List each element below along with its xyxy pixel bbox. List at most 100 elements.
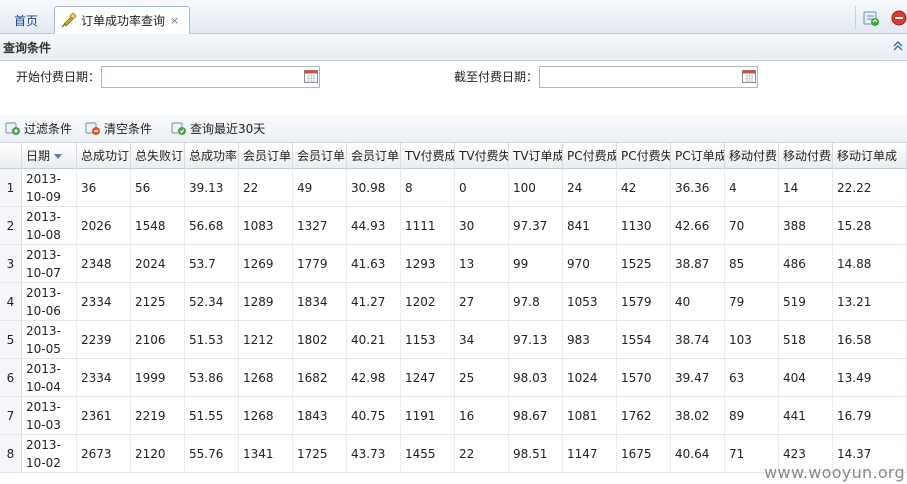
cell-value: 1682 bbox=[297, 370, 328, 385]
cell-value: 1111 bbox=[405, 218, 436, 233]
table-cell: 22 bbox=[239, 169, 293, 206]
column-header[interactable]: TV付费失 bbox=[455, 143, 509, 169]
column-header[interactable]: TV订单成 bbox=[509, 143, 563, 169]
table-cell: 55.76 bbox=[185, 435, 239, 472]
table-row[interactable]: 7 2013-10-03 2361 2219 51.55 1268 1843 40.75 119… bbox=[0, 397, 907, 435]
cell-value: 2219 bbox=[135, 408, 166, 423]
grid-header: 日期 总成功订 总失败订 总成功率 会员订单 会员订单 会员订单 TV付费成 TV付费失 TV订单… bbox=[0, 142, 907, 169]
table-cell: 51.55 bbox=[185, 397, 239, 434]
table-cell: 1153 bbox=[401, 321, 455, 358]
cell-value: 41.27 bbox=[351, 294, 386, 309]
table-row[interactable]: 3 2013-10-07 2348 2024 53.7 1269 1779 41.63 1293… bbox=[0, 245, 907, 283]
cell-value: 15.28 bbox=[837, 218, 872, 233]
column-header-label: 总失败订 bbox=[135, 149, 184, 163]
cell-value: 2013-10-03 bbox=[26, 399, 61, 432]
table-cell: 53.86 bbox=[185, 359, 239, 396]
column-header[interactable]: 总成功订 bbox=[77, 143, 131, 169]
column-header[interactable]: 会员订单 bbox=[239, 143, 293, 169]
row-number: 4 bbox=[0, 283, 22, 320]
column-header[interactable]: PC付费失 bbox=[617, 143, 671, 169]
table-cell: 1202 bbox=[401, 283, 455, 320]
end-date-input[interactable] bbox=[539, 66, 758, 88]
table-row[interactable]: 2 2013-10-08 2026 1548 56.68 1083 1327 44.93 111… bbox=[0, 207, 907, 245]
table-cell: 39.13 bbox=[185, 169, 239, 206]
clear-button[interactable]: 清空条件 bbox=[85, 119, 152, 137]
table-row[interactable]: 6 2013-10-04 2334 1999 53.86 1268 1682 42.98 124… bbox=[0, 359, 907, 397]
table-cell: 1191 bbox=[401, 397, 455, 434]
stop-icon[interactable] bbox=[890, 9, 907, 27]
cell-value: 1548 bbox=[135, 218, 166, 233]
cell-value: 1202 bbox=[405, 294, 436, 309]
cell-value: 0 bbox=[459, 180, 467, 195]
column-header[interactable]: 总失败订 bbox=[131, 143, 185, 169]
column-header[interactable]: PC订单成 bbox=[671, 143, 725, 169]
table-cell: 1293 bbox=[401, 245, 455, 282]
column-header-label: TV付费失 bbox=[459, 149, 509, 163]
table-cell: 1247 bbox=[401, 359, 455, 396]
table-cell: 100 bbox=[509, 169, 563, 206]
cell-value: 1024 bbox=[567, 370, 598, 385]
table-cell: 1212 bbox=[239, 321, 293, 358]
refresh-icon[interactable] bbox=[862, 9, 880, 27]
table-cell: 56.68 bbox=[185, 207, 239, 244]
column-header-label: 总成功订 bbox=[81, 149, 130, 163]
cell-value: 1 bbox=[6, 180, 15, 195]
column-header[interactable]: 日期 bbox=[22, 143, 77, 169]
filter-icon bbox=[5, 122, 20, 135]
cell-value: 4 bbox=[729, 180, 737, 195]
table-cell: 1269 bbox=[239, 245, 293, 282]
cell-value: 98.03 bbox=[513, 370, 548, 385]
table-cell: 1053 bbox=[563, 283, 617, 320]
column-header[interactable]: 移动订单成 bbox=[833, 143, 907, 169]
column-header[interactable]: TV付费成 bbox=[401, 143, 455, 169]
table-cell: 1762 bbox=[617, 397, 671, 434]
column-header[interactable]: 移动付费 bbox=[779, 143, 833, 169]
table-cell: 0 bbox=[455, 169, 509, 206]
cell-value: 1269 bbox=[243, 256, 274, 271]
recent-30-days-button[interactable]: 查询最近30天 bbox=[171, 119, 265, 137]
column-header-label: 会员订单 bbox=[351, 149, 400, 163]
cell-value: 14 bbox=[783, 180, 799, 195]
column-header-label: 会员订单 bbox=[297, 149, 346, 163]
filter-button[interactable]: 过滤条件 bbox=[5, 119, 72, 137]
cell-value: 2120 bbox=[135, 446, 166, 461]
column-header[interactable]: 总成功率 bbox=[185, 143, 239, 169]
cell-value: 2239 bbox=[81, 332, 112, 347]
table-cell: 519 bbox=[779, 283, 833, 320]
table-cell: 30 bbox=[455, 207, 509, 244]
table-row[interactable]: 4 2013-10-06 2334 2125 52.34 1289 1834 41.27 120… bbox=[0, 283, 907, 321]
table-row[interactable]: 5 2013-10-05 2239 2106 51.53 1212 1802 40.21 115… bbox=[0, 321, 907, 359]
column-header[interactable]: PC付费成 bbox=[563, 143, 617, 169]
table-cell: 1725 bbox=[293, 435, 347, 472]
table-cell: 2334 bbox=[77, 359, 131, 396]
start-date-input[interactable] bbox=[101, 66, 320, 88]
query-tab-icon bbox=[61, 13, 76, 28]
calendar-icon[interactable] bbox=[741, 68, 757, 84]
cell-value: 16.79 bbox=[837, 408, 872, 423]
cell-value: 2013-10-04 bbox=[26, 361, 61, 394]
column-header[interactable]: 移动付费 bbox=[725, 143, 779, 169]
column-header[interactable]: 会员订单 bbox=[347, 143, 401, 169]
table-cell: 13 bbox=[455, 245, 509, 282]
table-cell: 13.49 bbox=[833, 359, 907, 396]
table-row[interactable]: 1 2013-10-09 36 56 39.13 22 49 30.98 8 0 100 24 42 36… bbox=[0, 169, 907, 207]
close-icon[interactable]: × bbox=[170, 14, 179, 27]
cell-value: 2013-10-08 bbox=[26, 209, 61, 242]
table-cell: 2106 bbox=[131, 321, 185, 358]
collapse-icon[interactable] bbox=[891, 39, 905, 53]
cell-value: 1554 bbox=[621, 332, 652, 347]
tab-home[interactable]: 首页 bbox=[4, 6, 48, 34]
date-cell: 2013-10-03 bbox=[22, 397, 77, 434]
cell-value: 441 bbox=[783, 408, 806, 423]
calendar-icon[interactable] bbox=[303, 68, 319, 84]
tab-order-success-query[interactable]: 订单成功率查询 × bbox=[54, 6, 190, 34]
column-header[interactable]: 会员订单 bbox=[293, 143, 347, 169]
table-cell: 85 bbox=[725, 245, 779, 282]
row-number: 7 bbox=[0, 397, 22, 434]
cell-value: 38.74 bbox=[675, 332, 710, 347]
cell-value: 404 bbox=[783, 370, 806, 385]
cell-value: 2348 bbox=[81, 256, 112, 271]
table-cell: 2361 bbox=[77, 397, 131, 434]
cell-value: 14.37 bbox=[837, 446, 872, 461]
table-cell: 404 bbox=[779, 359, 833, 396]
